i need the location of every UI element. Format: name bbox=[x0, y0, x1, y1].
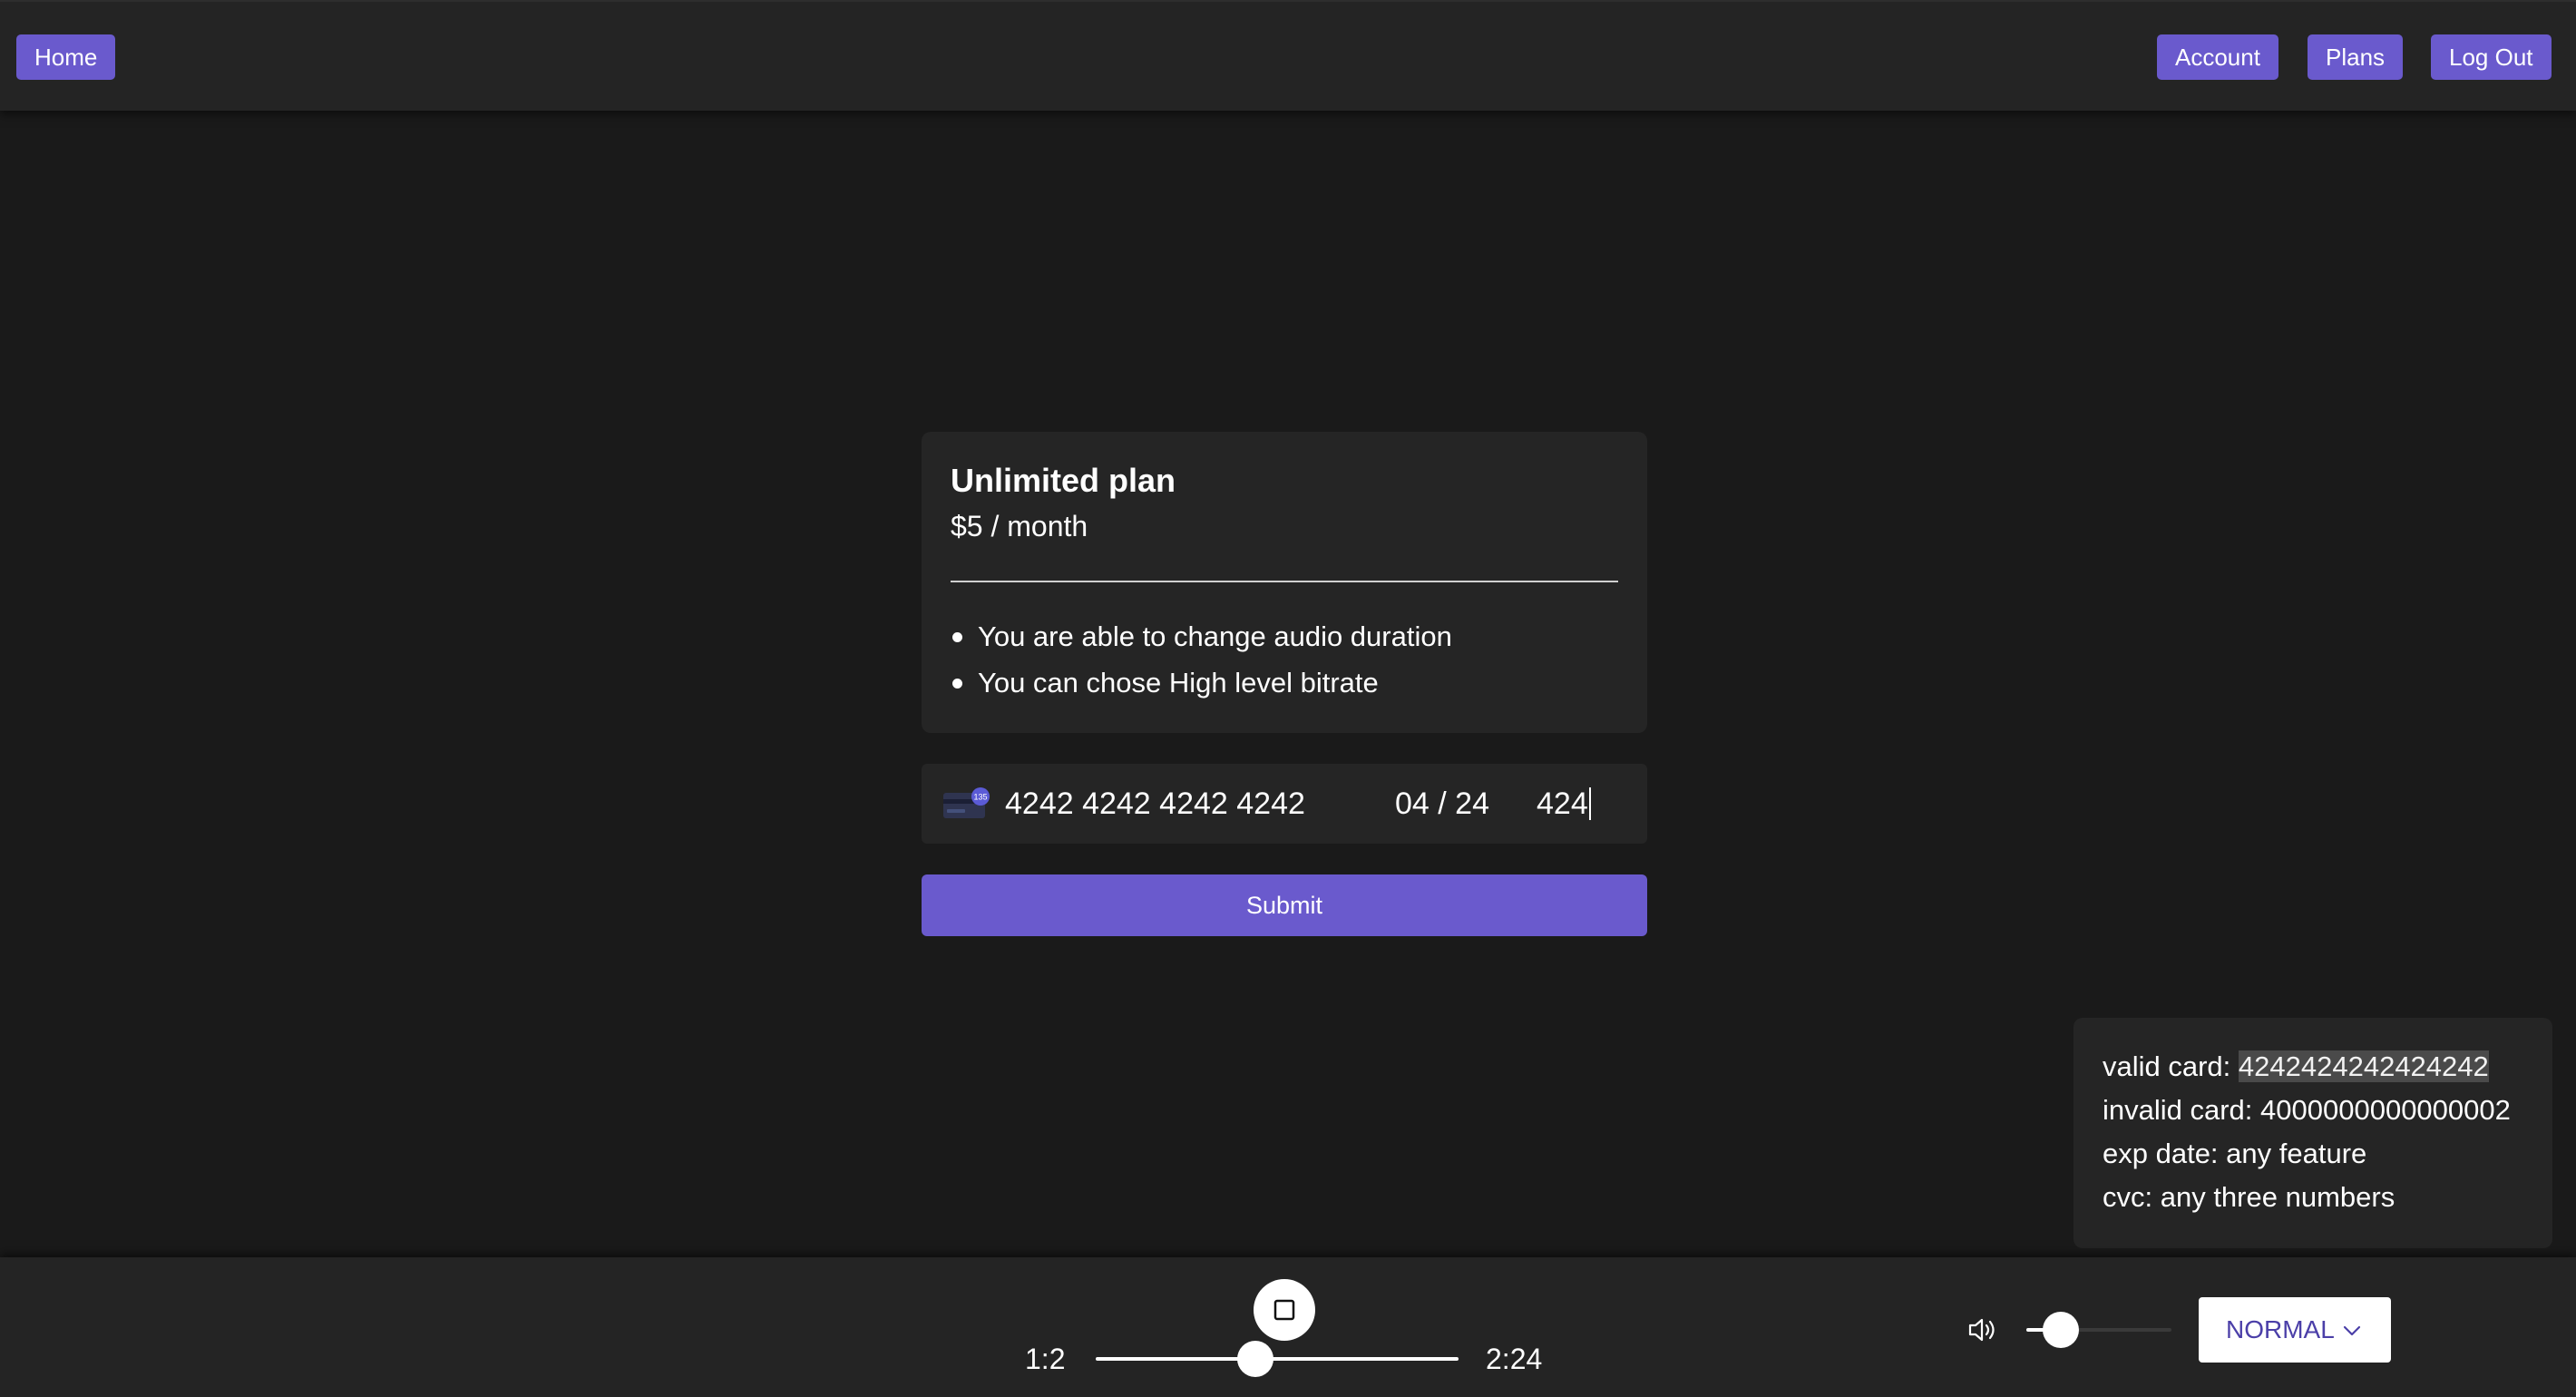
chevron-down-icon bbox=[2343, 1325, 2361, 1336]
current-time: 1:2 bbox=[1025, 1343, 1066, 1375]
plan-feature-item: You are able to change audio duration bbox=[951, 613, 1452, 659]
plans-button[interactable]: Plans bbox=[2308, 34, 2404, 80]
top-navigation: Home Account Plans Log Out bbox=[0, 0, 2576, 111]
valid-card-label: valid card: bbox=[2103, 1050, 2239, 1082]
cvc-hint: cvc: any three numbers bbox=[2103, 1181, 2395, 1213]
account-button[interactable]: Account bbox=[2157, 34, 2278, 80]
plan-feature-list: You are able to change audio duration Yo… bbox=[951, 613, 1452, 706]
volume-slider-thumb[interactable] bbox=[2043, 1312, 2080, 1348]
plan-feature-item: You can chose High level bitrate bbox=[951, 659, 1452, 706]
speaker-icon[interactable] bbox=[1966, 1315, 1999, 1344]
credit-card-icon: 135 bbox=[943, 787, 990, 820]
playback-speed-select[interactable]: NORMAL bbox=[2199, 1297, 2391, 1363]
test-card-hints: valid card: 4242424242424242 invalid car… bbox=[2073, 1018, 2552, 1248]
stop-icon bbox=[1273, 1299, 1295, 1321]
card-cvc-input[interactable] bbox=[1537, 782, 1609, 826]
submit-button[interactable]: Submit bbox=[922, 874, 1647, 936]
playback-speed-value: NORMAL bbox=[2226, 1315, 2335, 1343]
valid-card-hint: valid card: 4242424242424242 bbox=[2103, 1045, 2552, 1089]
exp-date-hint: exp date: any feature bbox=[2103, 1138, 2367, 1169]
progress-slider[interactable] bbox=[1096, 1341, 1459, 1377]
card-number-input[interactable] bbox=[1005, 782, 1350, 826]
audio-player-bar: 1:2 2:24 NORMAL bbox=[0, 1257, 2576, 1397]
volume-slider[interactable] bbox=[2026, 1312, 2171, 1348]
stop-button[interactable] bbox=[1254, 1279, 1315, 1341]
valid-card-number: 4242424242424242 bbox=[2238, 1050, 2489, 1082]
svg-text:135: 135 bbox=[973, 793, 987, 802]
invalid-card-hint: invalid card: 4000000000000002 bbox=[2103, 1094, 2511, 1126]
plan-card: Unlimited plan $5 / month You are able t… bbox=[922, 432, 1647, 733]
home-button[interactable]: Home bbox=[16, 34, 116, 80]
progress-slider-thumb[interactable] bbox=[1237, 1341, 1273, 1377]
total-time: 2:24 bbox=[1486, 1343, 1543, 1375]
card-payment-field[interactable]: 135 bbox=[922, 764, 1647, 844]
plan-divider bbox=[951, 581, 1618, 582]
card-expiry-input[interactable] bbox=[1395, 782, 1513, 826]
plan-price: $5 / month bbox=[951, 510, 1088, 542]
plan-name: Unlimited plan bbox=[951, 462, 1176, 499]
log-out-button[interactable]: Log Out bbox=[2431, 34, 2552, 80]
text-caret bbox=[1589, 787, 1591, 820]
